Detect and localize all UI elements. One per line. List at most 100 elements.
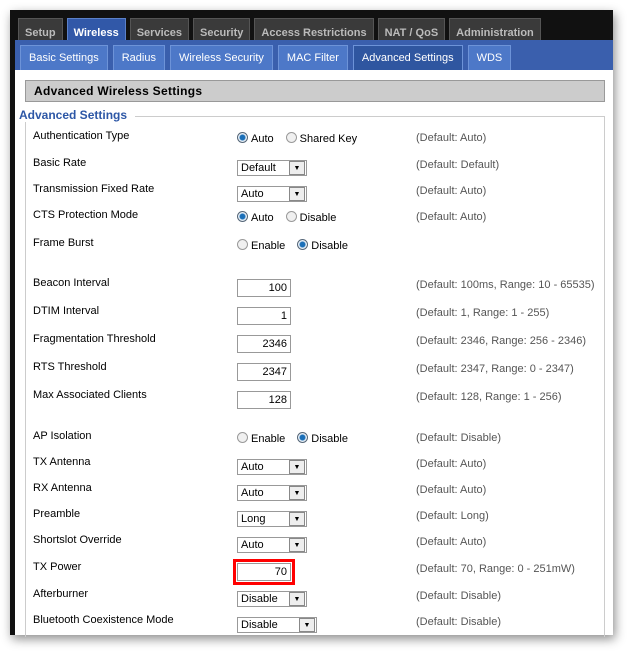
rx-antenna-value: Auto bbox=[241, 487, 264, 499]
afterburner-select[interactable]: Disable ▼ bbox=[237, 591, 307, 607]
rts-threshold-label: RTS Threshold bbox=[33, 361, 107, 373]
preamble-control: Long ▼ bbox=[237, 511, 307, 527]
cts-protection-mode-control: Auto Disable bbox=[237, 211, 344, 224]
sub-tab-bar: Basic Settings Radius Wireless Security MAC… bbox=[15, 40, 613, 70]
chevron-down-icon[interactable]: ▼ bbox=[289, 161, 305, 175]
chevron-down-icon[interactable]: ▼ bbox=[289, 486, 305, 500]
beacon-interval-input[interactable]: 100 bbox=[237, 279, 291, 297]
authentication-type-option-label: Shared Key bbox=[299, 133, 358, 145]
cts-protection-mode-option-disable[interactable]: Disable bbox=[285, 211, 337, 224]
frame-burst-label: Frame Burst bbox=[33, 237, 94, 249]
authentication-type-label: Authentication Type bbox=[33, 130, 130, 142]
radio-button[interactable] bbox=[285, 132, 297, 143]
radio-button[interactable] bbox=[237, 132, 248, 143]
cts-protection-mode-option-label: Disable bbox=[299, 212, 337, 224]
setting-row-ap-isolation: AP Isolation Enable Disable (Default: Disab… bbox=[15, 430, 600, 450]
setting-row-dtim-interval: DTIM Interval 1 (Default: 1, Range: 1 - 25… bbox=[15, 305, 600, 325]
beacon-interval-default: (Default: 100ms, Range: 10 - 65535) bbox=[416, 279, 595, 291]
authentication-type-option-shared-key[interactable]: Shared Key bbox=[285, 132, 358, 145]
dtim-interval-control: 1 bbox=[237, 307, 291, 325]
preamble-select[interactable]: Long ▼ bbox=[237, 511, 307, 527]
beacon-interval-control: 100 bbox=[237, 279, 291, 297]
rts-threshold-control: 2347 bbox=[237, 363, 291, 381]
beacon-interval-label: Beacon Interval bbox=[33, 277, 110, 289]
radio-button[interactable] bbox=[285, 211, 297, 222]
frame-burst-option-label: Disable bbox=[311, 240, 348, 252]
setting-row-rx-antenna: RX Antenna Auto ▼ (Default: Auto) bbox=[15, 482, 600, 502]
shortslot-override-select[interactable]: Auto ▼ bbox=[237, 537, 307, 553]
tx-antenna-default: (Default: Auto) bbox=[416, 458, 487, 470]
radio-button[interactable] bbox=[237, 432, 248, 443]
authentication-type-option-auto[interactable]: Auto bbox=[237, 132, 274, 145]
chevron-down-icon[interactable]: ▼ bbox=[289, 538, 305, 552]
setting-row-tx-power: TX Power 70 (Default: 70, Range: 0 - 251mW… bbox=[15, 559, 600, 585]
dtim-interval-label: DTIM Interval bbox=[33, 305, 100, 317]
ap-isolation-option-label: Disable bbox=[311, 433, 348, 445]
radio-button[interactable] bbox=[297, 239, 309, 250]
bluetooth-coexistence-mode-select[interactable]: Disable ▼ bbox=[237, 617, 317, 633]
authentication-type-option-label: Auto bbox=[251, 133, 274, 145]
setting-row-preamble: Preamble Long ▼ (Default: Long) bbox=[15, 508, 600, 528]
ap-isolation-option-disable[interactable]: Disable bbox=[297, 432, 348, 445]
setting-row-basic-rate: Basic Rate Default ▼ (Default: Default) bbox=[15, 157, 600, 177]
rx-antenna-label: RX Antenna bbox=[33, 482, 92, 494]
max-associated-clients-input[interactable]: 128 bbox=[237, 391, 291, 409]
tx-antenna-select[interactable]: Auto ▼ bbox=[237, 459, 307, 475]
setting-row-transmission-fixed-rate: Transmission Fixed Rate Auto ▼ (Default: Au… bbox=[15, 183, 600, 203]
cts-protection-mode-option-auto[interactable]: Auto bbox=[237, 211, 274, 224]
section-header: Advanced Wireless Settings bbox=[25, 80, 605, 102]
shortslot-override-control: Auto ▼ bbox=[237, 537, 307, 553]
transmission-fixed-rate-select[interactable]: Auto ▼ bbox=[237, 186, 307, 202]
tx-power-input[interactable]: 70 bbox=[233, 559, 295, 585]
preamble-default: (Default: Long) bbox=[416, 510, 489, 522]
radio-button[interactable] bbox=[237, 211, 248, 222]
ap-isolation-option-enable[interactable]: Enable bbox=[237, 432, 285, 445]
rx-antenna-select[interactable]: Auto ▼ bbox=[237, 485, 307, 501]
setting-row-rts-threshold: RTS Threshold 2347 (Default: 2347, Range: … bbox=[15, 361, 600, 381]
transmission-fixed-rate-control: Auto ▼ bbox=[237, 186, 307, 202]
bluetooth-coexistence-mode-value: Disable bbox=[241, 619, 278, 631]
radio-button[interactable] bbox=[237, 239, 248, 250]
transmission-fixed-rate-label: Transmission Fixed Rate bbox=[33, 183, 155, 195]
sub-tabs: Basic Settings Radius Wireless Security MAC… bbox=[20, 45, 512, 70]
chevron-down-icon[interactable]: ▼ bbox=[289, 512, 305, 526]
subtab-advanced-settings[interactable]: Advanced Settings bbox=[352, 45, 463, 70]
fieldset-legend: Advanced Settings bbox=[19, 108, 136, 122]
chevron-down-icon[interactable]: ▼ bbox=[289, 592, 305, 606]
subtab-wireless-security[interactable]: Wireless Security bbox=[169, 45, 273, 70]
setting-row-frame-burst: Frame Burst Enable Disable bbox=[15, 237, 600, 257]
radio-button[interactable] bbox=[297, 432, 309, 443]
setting-row-authentication-type: Authentication Type Auto Shared Key (Defaul… bbox=[15, 130, 600, 150]
rx-antenna-default: (Default: Auto) bbox=[416, 484, 487, 496]
fragmentation-threshold-input[interactable]: 2346 bbox=[237, 335, 291, 353]
frame-burst-option-disable[interactable]: Disable bbox=[297, 239, 348, 252]
preamble-label: Preamble bbox=[33, 508, 81, 520]
max-associated-clients-default: (Default: 128, Range: 1 - 256) bbox=[416, 391, 562, 403]
dtim-interval-input[interactable]: 1 bbox=[237, 307, 291, 325]
authentication-type-control: Auto Shared Key bbox=[237, 132, 365, 145]
basic-rate-select[interactable]: Default ▼ bbox=[237, 160, 307, 176]
chevron-down-icon[interactable]: ▼ bbox=[299, 618, 315, 632]
rts-threshold-input[interactable]: 2347 bbox=[237, 363, 291, 381]
bluetooth-coexistence-mode-label: Bluetooth Coexistence Mode bbox=[33, 614, 174, 626]
cts-protection-mode-default: (Default: Auto) bbox=[416, 211, 487, 223]
setting-row-cts-protection-mode: CTS Protection Mode Auto Disable (Default: … bbox=[15, 209, 600, 229]
shortslot-override-default: (Default: Auto) bbox=[416, 536, 487, 548]
browser-window: Setup Wireless Services Security Access Rest… bbox=[10, 10, 613, 637]
subtab-mac-filter[interactable]: MAC Filter bbox=[277, 45, 348, 70]
ap-isolation-default: (Default: Disable) bbox=[416, 432, 501, 444]
subtab-radius[interactable]: Radius bbox=[112, 45, 165, 70]
afterburner-value: Disable bbox=[241, 593, 278, 605]
subtab-wds[interactable]: WDS bbox=[467, 45, 512, 70]
preamble-value: Long bbox=[241, 513, 266, 525]
frame-burst-option-enable[interactable]: Enable bbox=[237, 239, 285, 252]
chevron-down-icon[interactable]: ▼ bbox=[289, 187, 305, 201]
bluetooth-coexistence-mode-control: Disable ▼ bbox=[237, 617, 317, 633]
tx-power-default: (Default: 70, Range: 0 - 251mW) bbox=[416, 563, 575, 575]
basic-rate-default: (Default: Default) bbox=[416, 159, 500, 171]
basic-rate-control: Default ▼ bbox=[237, 160, 307, 176]
chevron-down-icon[interactable]: ▼ bbox=[289, 460, 305, 474]
subtab-basic-settings[interactable]: Basic Settings bbox=[20, 45, 108, 70]
setting-row-afterburner: Afterburner Disable ▼ (Default: Disable) bbox=[15, 588, 600, 608]
tx-antenna-value: Auto bbox=[241, 461, 264, 473]
